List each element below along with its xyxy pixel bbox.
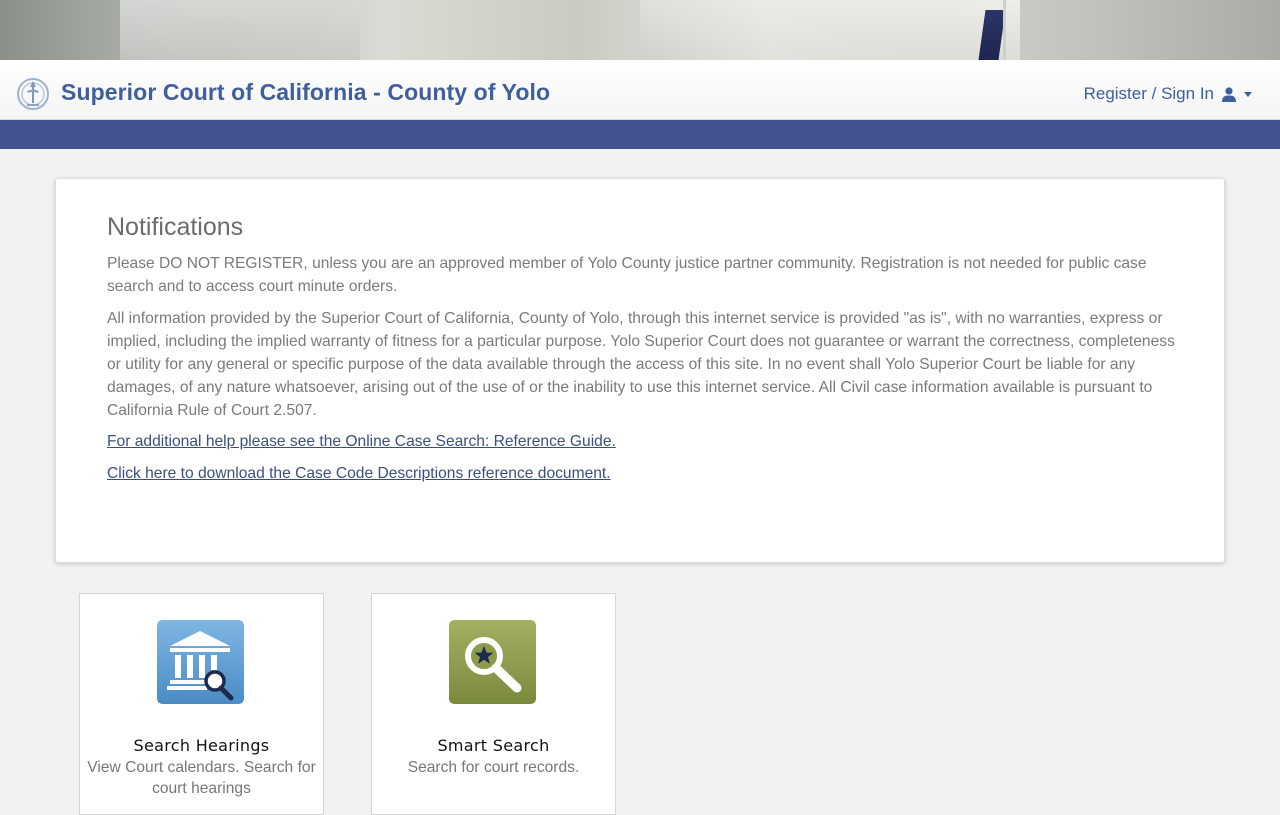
- registration-notice: Please DO NOT REGISTER, unless you are a…: [107, 255, 1147, 295]
- case-code-descriptions-link[interactable]: Click here to download the Case Code Des…: [107, 465, 611, 483]
- user-icon: [1222, 86, 1236, 102]
- reference-guide-link[interactable]: For additional help please see the Onlin…: [107, 433, 616, 451]
- courthouse-search-icon: [157, 620, 244, 704]
- notifications-panel: Notifications Please DO NOT REGISTER, un…: [55, 178, 1225, 563]
- search-hearings-title: Search Hearings: [133, 736, 270, 755]
- smart-search-title: Smart Search: [437, 736, 550, 755]
- header-banner-photo: [0, 0, 1280, 60]
- register-sign-in-menu[interactable]: Register / Sign In: [1084, 84, 1252, 104]
- disclaimer-text: All information provided by the Superior…: [107, 310, 1175, 419]
- chevron-down-icon: [1244, 91, 1252, 97]
- register-sign-in-label: Register / Sign In: [1083, 84, 1214, 103]
- search-hearings-description: View Court calendars. Search for court h…: [87, 759, 316, 797]
- nav-strip: [0, 120, 1280, 149]
- notifications-heading: Notifications: [107, 213, 244, 241]
- court-seal-icon: [17, 78, 49, 110]
- magnifier-star-icon: [449, 620, 536, 704]
- search-hearings-tile[interactable]: Search Hearings View Court calendars. Se…: [79, 593, 324, 815]
- site-header: Superior Court of California - County of…: [0, 60, 1280, 120]
- site-title[interactable]: Superior Court of California - County of…: [61, 79, 550, 106]
- smart-search-tile[interactable]: Smart Search Search for court records.: [371, 593, 616, 815]
- smart-search-description: Search for court records.: [407, 759, 580, 776]
